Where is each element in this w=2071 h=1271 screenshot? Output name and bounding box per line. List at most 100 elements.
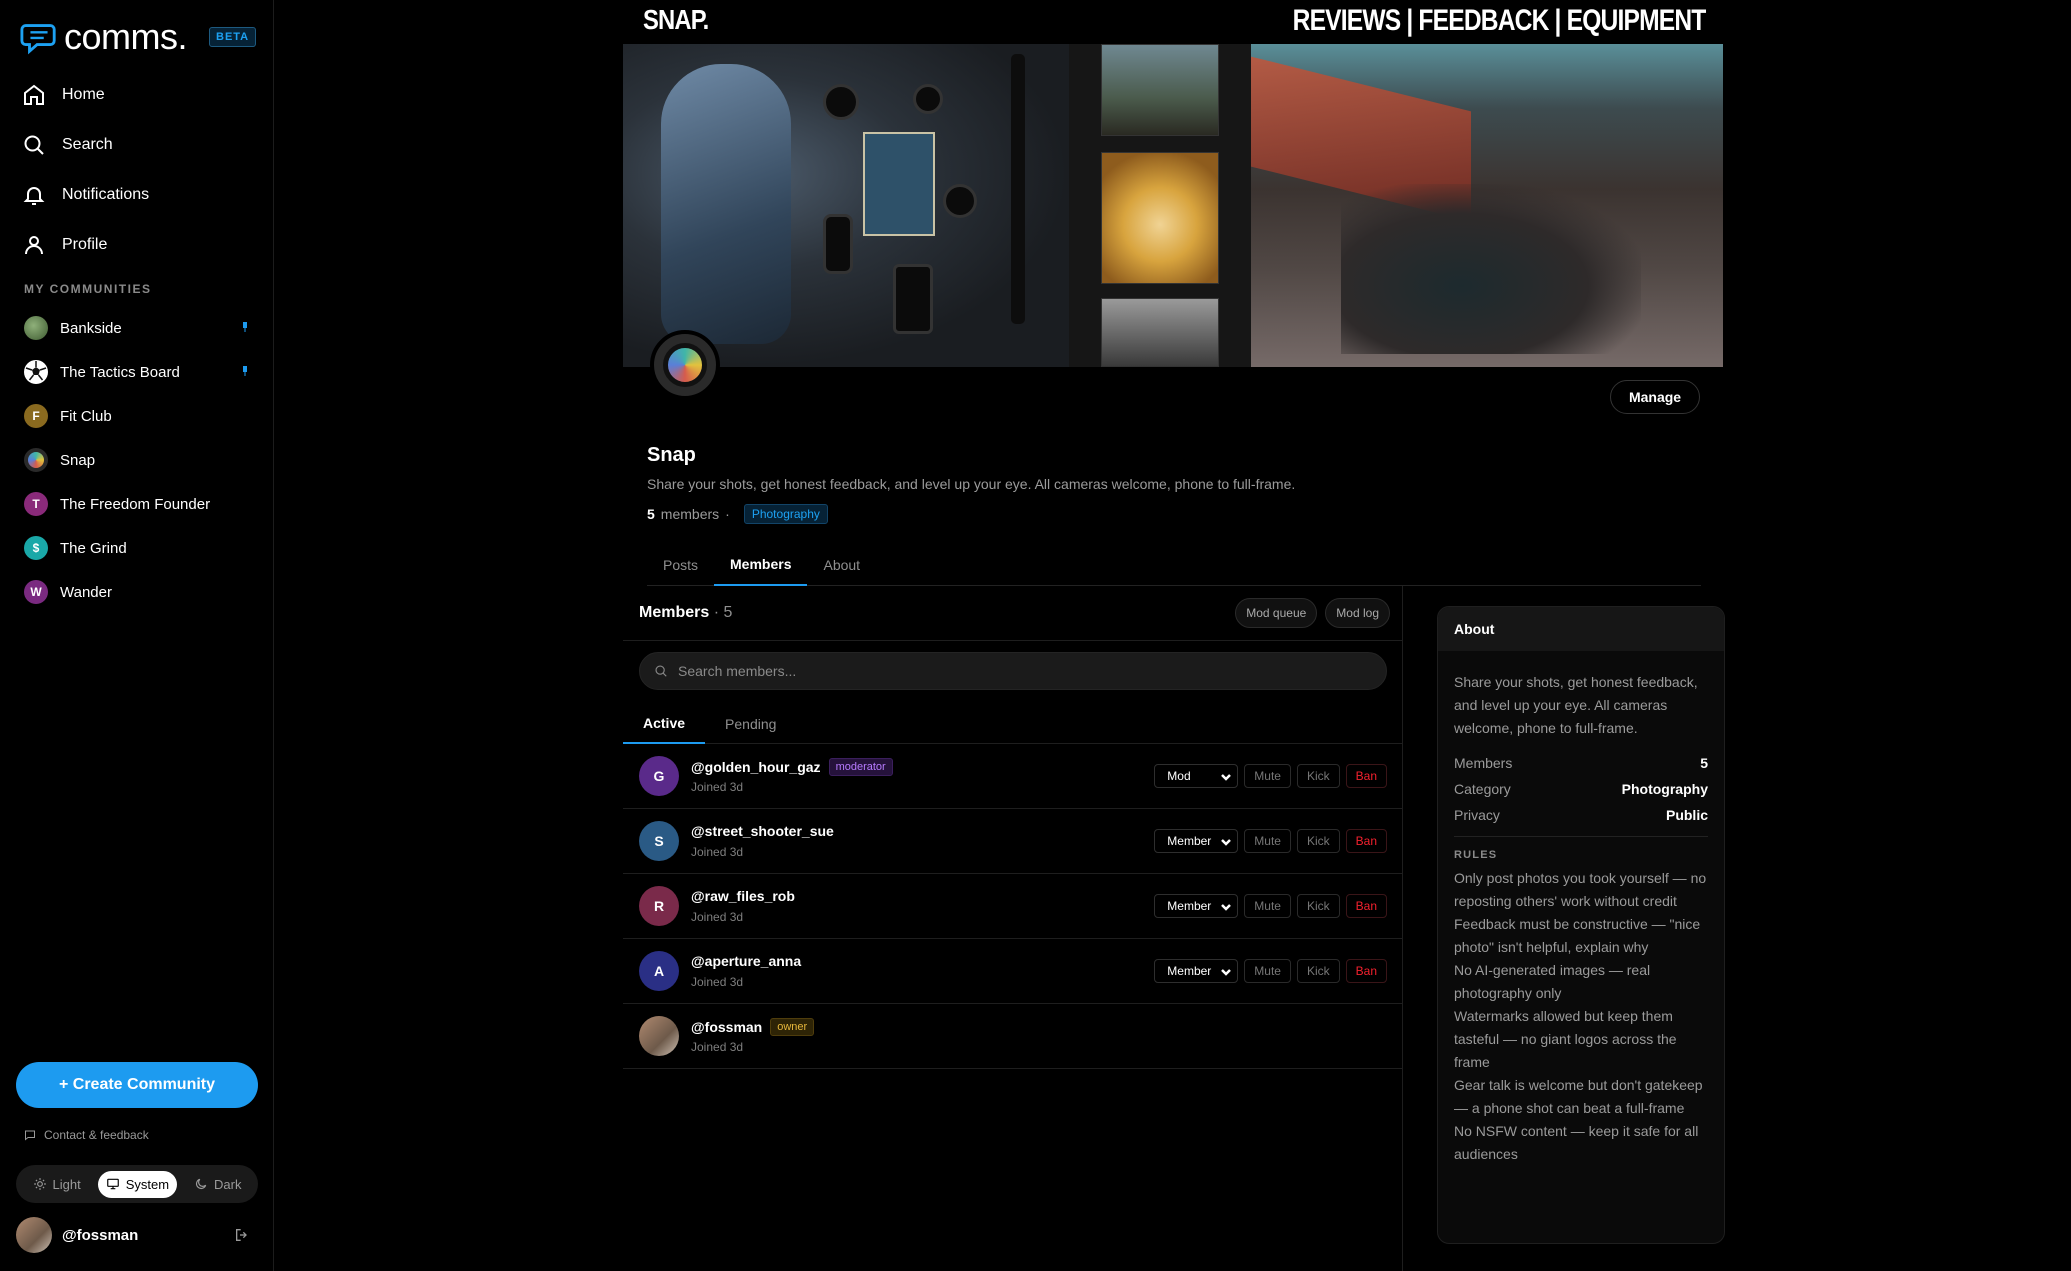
member-name: @golden_hour_gaz moderator: [691, 758, 893, 776]
member-handle[interactable]: @golden_hour_gaz: [691, 759, 821, 775]
banner-tagline: REVIEWS | FEEDBACK | EQUIPMENT: [1292, 4, 1706, 37]
community-item-fit-club[interactable]: F Fit Club: [24, 394, 254, 438]
member-joined: Joined 3d: [691, 845, 744, 859]
manage-button[interactable]: Manage: [1610, 380, 1700, 414]
community-item-the-tactics-board[interactable]: The Tactics Board: [24, 350, 254, 394]
stat-label: Members: [1454, 755, 1513, 771]
member-handle[interactable]: @street_shooter_sue: [691, 823, 834, 839]
community-description: Share your shots, get honest feedback, a…: [647, 476, 1296, 492]
community-name: Wander: [60, 583, 112, 601]
tab-active[interactable]: Active: [623, 704, 706, 744]
create-community-button[interactable]: + Create Community: [16, 1062, 258, 1108]
nav-item-profile[interactable]: Profile: [22, 220, 262, 270]
logout-icon[interactable]: [234, 1227, 250, 1243]
community-item-the-freedom-founder[interactable]: T The Freedom Founder: [24, 482, 254, 526]
owner-badge: owner: [770, 1018, 815, 1036]
tab-pending[interactable]: Pending: [705, 704, 796, 744]
mod-log-button[interactable]: Mod log: [1325, 598, 1390, 628]
my-communities-label: MY COMMUNITIES: [24, 282, 152, 296]
community-list: Bankside The Tactics Board F Fit Club Sn…: [24, 306, 254, 614]
ban-button[interactable]: Ban: [1345, 959, 1387, 983]
role-select[interactable]: Member: [1154, 894, 1239, 918]
member-handle[interactable]: @fossman: [691, 1019, 762, 1035]
chat-bubble-logo-icon: [20, 24, 56, 55]
mute-button[interactable]: Mute: [1244, 894, 1291, 918]
tab-members[interactable]: Members: [714, 544, 808, 586]
members-panel: Members · 5 Mod queue Mod log Active Pen…: [623, 586, 1403, 1271]
meta-separator: ·: [725, 506, 730, 522]
moon-icon: [196, 1178, 207, 1189]
camera-lens-icon: [663, 343, 707, 387]
theme-light-button[interactable]: Light: [25, 1171, 89, 1198]
nav-label: Profile: [62, 236, 108, 253]
contact-feedback-link[interactable]: Contact & feedback: [24, 1128, 149, 1142]
member-search-input[interactable]: [678, 663, 1358, 679]
sidebar: comms. BETA Home Search Notifications Pr…: [0, 0, 274, 1271]
nav-item-notifications[interactable]: Notifications: [22, 170, 262, 220]
members-heading-text: Members: [639, 604, 710, 621]
avatar[interactable]: G: [639, 756, 679, 796]
stat-category: Category Photography: [1454, 776, 1708, 802]
members-word: members: [660, 506, 720, 522]
divider: [623, 640, 1403, 641]
role-select[interactable]: Member: [1154, 829, 1239, 853]
mod-queue-button[interactable]: Mod queue: [1235, 598, 1318, 628]
member-handle[interactable]: @raw_files_rob: [691, 888, 795, 904]
stat-privacy: Privacy Public: [1454, 802, 1708, 828]
community-avatar: T: [24, 492, 48, 516]
category-tag[interactable]: Photography: [743, 504, 828, 524]
community-avatar: $: [24, 536, 48, 560]
role-select[interactable]: Member: [1154, 959, 1239, 983]
brand-name: comms.: [64, 16, 188, 57]
table-row: A @aperture_anna Joined 3d Member Mute K…: [623, 939, 1403, 1004]
beta-badge: BETA: [209, 27, 257, 47]
member-name: @raw_files_rob: [691, 888, 795, 904]
mute-button[interactable]: Mute: [1244, 764, 1291, 788]
nav-label: Home: [62, 86, 105, 103]
rules-list: Only post photos you took yourself — no …: [1438, 861, 1724, 1166]
member-count: 5: [647, 506, 655, 522]
member-handle[interactable]: @aperture_anna: [691, 953, 801, 969]
tab-posts[interactable]: Posts: [647, 544, 714, 586]
contact-label: Contact & feedback: [44, 1128, 149, 1142]
nav-item-home[interactable]: Home: [22, 70, 262, 120]
user-handle: @fossman: [62, 1226, 139, 1244]
kick-button[interactable]: Kick: [1296, 959, 1340, 983]
ban-button[interactable]: Ban: [1345, 829, 1387, 853]
nav-item-search[interactable]: Search: [22, 120, 262, 170]
community-name: Bankside: [60, 319, 122, 337]
mute-button[interactable]: Mute: [1244, 959, 1291, 983]
member-joined: Joined 3d: [691, 975, 744, 989]
brand[interactable]: comms. BETA: [20, 16, 257, 58]
theme-system-button[interactable]: System: [97, 1170, 178, 1198]
ban-button[interactable]: Ban: [1345, 894, 1387, 918]
community-banner-image: [623, 44, 1723, 367]
kick-button[interactable]: Kick: [1296, 894, 1340, 918]
avatar[interactable]: A: [639, 951, 679, 991]
member-name: @street_shooter_sue: [691, 823, 834, 839]
avatar[interactable]: R: [639, 886, 679, 926]
avatar[interactable]: S: [639, 821, 679, 861]
mute-button[interactable]: Mute: [1244, 829, 1291, 853]
member-actions: Member Mute Kick Ban: [1154, 894, 1387, 918]
tab-about[interactable]: About: [807, 544, 876, 586]
kick-button[interactable]: Kick: [1296, 829, 1340, 853]
theme-dark-button[interactable]: Dark: [186, 1171, 249, 1198]
avatar[interactable]: [639, 1016, 679, 1056]
community-title: Snap: [647, 444, 696, 466]
community-item-snap[interactable]: Snap: [24, 438, 254, 482]
community-name: The Grind: [60, 539, 127, 557]
ban-button[interactable]: Ban: [1345, 764, 1387, 788]
community-logo: [650, 330, 720, 400]
table-row: S @street_shooter_sue Joined 3d Member M…: [623, 809, 1403, 874]
kick-button[interactable]: Kick: [1296, 764, 1340, 788]
rule-item: Watermarks allowed but keep them tastefu…: [1454, 1008, 1677, 1070]
community-item-bankside[interactable]: Bankside: [24, 306, 254, 350]
role-value: Mod: [1167, 769, 1191, 783]
community-item-wander[interactable]: W Wander: [24, 570, 254, 614]
community-item-the-grind[interactable]: $ The Grind: [24, 526, 254, 570]
role-select[interactable]: Mod: [1154, 764, 1239, 788]
table-row: R @raw_files_rob Joined 3d Member Mute K…: [623, 874, 1403, 939]
search-icon: [655, 665, 667, 677]
current-user[interactable]: @fossman: [16, 1216, 256, 1254]
